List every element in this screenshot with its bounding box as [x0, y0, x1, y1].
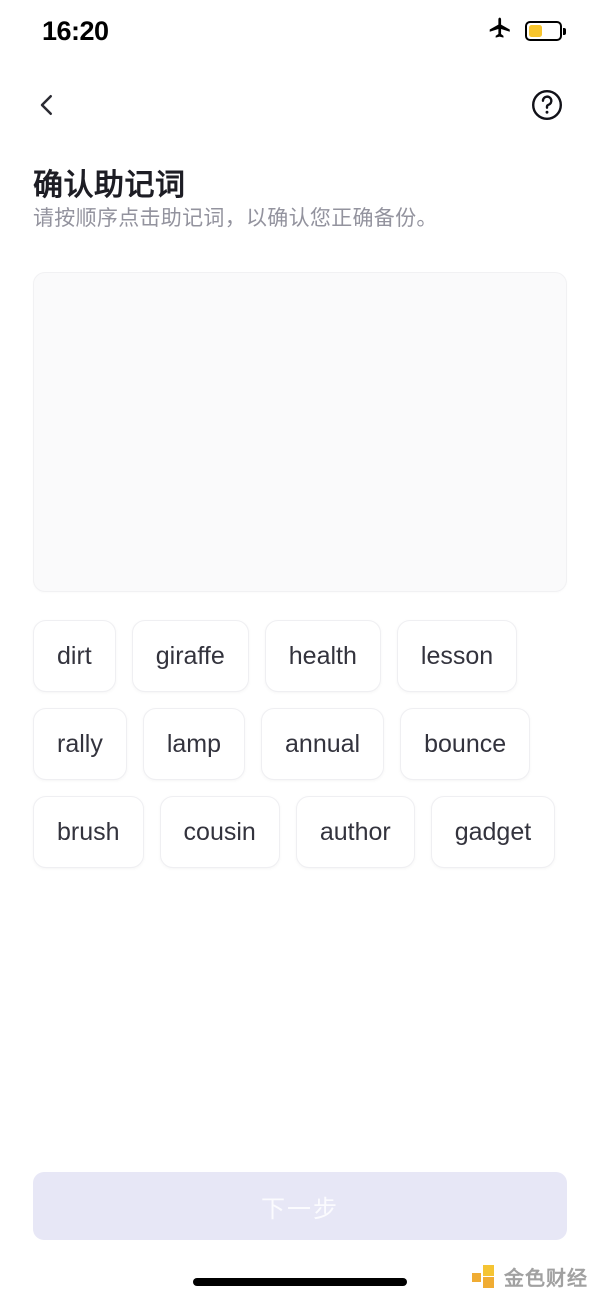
home-indicator	[193, 1278, 407, 1286]
back-button[interactable]	[24, 83, 70, 129]
word-chip[interactable]: brush	[33, 796, 144, 868]
help-button[interactable]	[524, 83, 570, 129]
word-chip[interactable]: author	[295, 796, 415, 868]
word-chip[interactable]: health	[264, 620, 381, 692]
watermark: 金色财经	[472, 1262, 588, 1291]
battery-low-power-icon	[525, 21, 566, 41]
selected-words-list	[34, 273, 566, 309]
status-time: 16:20	[42, 15, 109, 46]
selected-words-dropzone[interactable]	[33, 272, 567, 592]
word-bank: dirt giraffe health lesson rally lamp annual bo…	[33, 620, 573, 868]
app-screen: 16:20 确认助记词 请按顺序点击助记词，以确认您正确备份。 dirt gir…	[0, 0, 600, 1299]
word-chip[interactable]: gadget	[430, 796, 556, 868]
word-chip[interactable]: dirt	[33, 620, 116, 692]
word-chip[interactable]: bounce	[400, 708, 531, 780]
airplane-mode-icon	[487, 16, 513, 47]
word-chip[interactable]: lamp	[142, 708, 246, 780]
word-chip[interactable]: giraffe	[131, 620, 249, 692]
status-bar: 16:20	[0, 0, 600, 62]
chevron-left-icon	[32, 90, 62, 123]
next-button[interactable]: 下一步	[33, 1172, 567, 1240]
help-circle-icon	[529, 87, 565, 126]
word-chip[interactable]: rally	[33, 708, 127, 780]
word-chip[interactable]: cousin	[159, 796, 280, 868]
word-chip[interactable]: annual	[261, 708, 385, 780]
jinse-logo-icon	[472, 1264, 498, 1289]
word-chip[interactable]: lesson	[396, 620, 518, 692]
watermark-text: 金色财经	[504, 1268, 588, 1290]
navigation-bar	[0, 62, 600, 150]
status-indicators	[487, 16, 566, 47]
page-subtitle: 请按顺序点击助记词，以确认您正确备份。	[33, 207, 438, 230]
page-title: 确认助记词	[33, 169, 186, 202]
